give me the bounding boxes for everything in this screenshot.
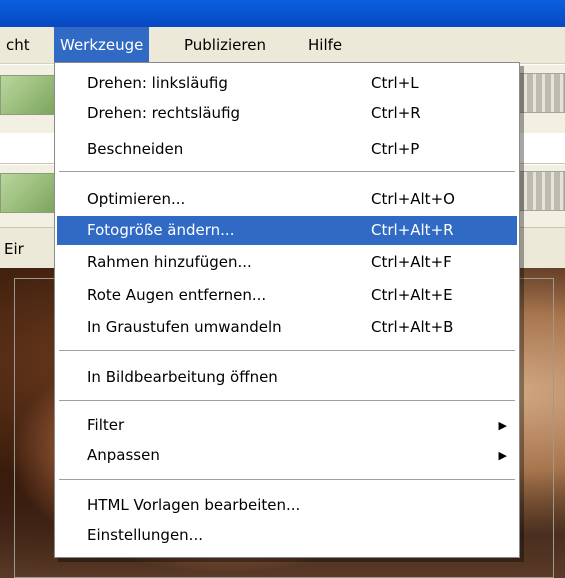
menu-hilfe[interactable]: Hilfe [302,27,348,63]
menu-item-label: Fotogröße ändern... [87,221,235,239]
menu-item-crop[interactable]: Beschneiden Ctrl+P [57,135,517,164]
app-window: Eir cht Werkzeuge Publizieren Hilfe Dreh… [0,0,565,578]
menu-item-label: Drehen: linksläufig [87,74,228,92]
menu-item-adjust[interactable]: Anpassen ▶ [57,441,517,470]
menu-item-edit-html-templates[interactable]: HTML Vorlagen bearbeiten... [57,491,517,520]
menu-item-open-in-editor[interactable]: In Bildbearbeitung öffnen [57,363,517,392]
menu-item-shortcut: Ctrl+P [371,140,420,158]
menu-item-filter[interactable]: Filter ▶ [57,411,517,440]
menu-item-label: Drehen: rechtsläufig [87,104,241,122]
menu-item-label: Rote Augen entfernen... [87,286,267,304]
toolbar-green-button[interactable] [0,75,60,115]
tab-label[interactable]: Eir [4,240,24,258]
menu-separator [59,400,515,402]
menu-item-label: Filter [87,416,125,434]
menu-item-shortcut: Ctrl+L [371,74,419,92]
menu-ansicht[interactable]: cht [0,27,36,63]
menu-item-shortcut: Ctrl+Alt+R [371,221,454,239]
menu-item-label: Einstellungen... [87,526,203,544]
menu-bar: cht Werkzeuge Publizieren Hilfe [0,27,565,64]
menu-separator [59,171,515,173]
menu-item-label: Rahmen hinzufügen... [87,253,252,271]
menu-item-label: In Bildbearbeitung öffnen [87,368,278,386]
menu-item-label: Optimieren... [87,190,186,208]
menu-item-rotate-right[interactable]: Drehen: rechtsläufig Ctrl+R [57,99,517,128]
menu-item-label: Beschneiden [87,140,184,158]
menu-item-grayscale[interactable]: In Graustufen umwandeln Ctrl+Alt+B [57,313,517,342]
menu-item-rotate-left[interactable]: Drehen: linksläufig Ctrl+L [57,69,517,98]
menu-item-settings[interactable]: Einstellungen... [57,521,517,550]
menu-item-label: Anpassen [87,446,160,464]
submenu-arrow-icon: ▶ [498,419,507,432]
title-bar [0,0,565,27]
menu-item-resize-photo[interactable]: Fotogröße ändern... Ctrl+Alt+R [57,216,517,245]
menu-item-shortcut: Ctrl+R [371,104,421,122]
menu-item-label: HTML Vorlagen bearbeiten... [87,496,301,514]
menu-item-shortcut: Ctrl+Alt+F [371,253,452,271]
werkzeuge-dropdown: Drehen: linksläufig Ctrl+L Drehen: recht… [54,62,520,558]
menu-separator [59,479,515,481]
menu-item-add-frame[interactable]: Rahmen hinzufügen... Ctrl+Alt+F [57,248,517,277]
menu-item-red-eye[interactable]: Rote Augen entfernen... Ctrl+Alt+E [57,281,517,310]
filmstrip-icon [517,73,565,113]
menu-item-shortcut: Ctrl+Alt+O [371,190,455,208]
toolbar-green-button-2[interactable] [0,173,60,213]
filmstrip-icon-2 [517,171,565,211]
menu-item-optimize[interactable]: Optimieren... Ctrl+Alt+O [57,185,517,214]
menu-item-shortcut: Ctrl+Alt+B [371,318,454,336]
menu-item-label: In Graustufen umwandeln [87,318,282,336]
menu-publizieren[interactable]: Publizieren [178,27,272,63]
submenu-arrow-icon: ▶ [498,449,507,462]
menu-werkzeuge[interactable]: Werkzeuge [54,27,150,63]
menu-separator [59,350,515,352]
menu-item-shortcut: Ctrl+Alt+E [371,286,453,304]
